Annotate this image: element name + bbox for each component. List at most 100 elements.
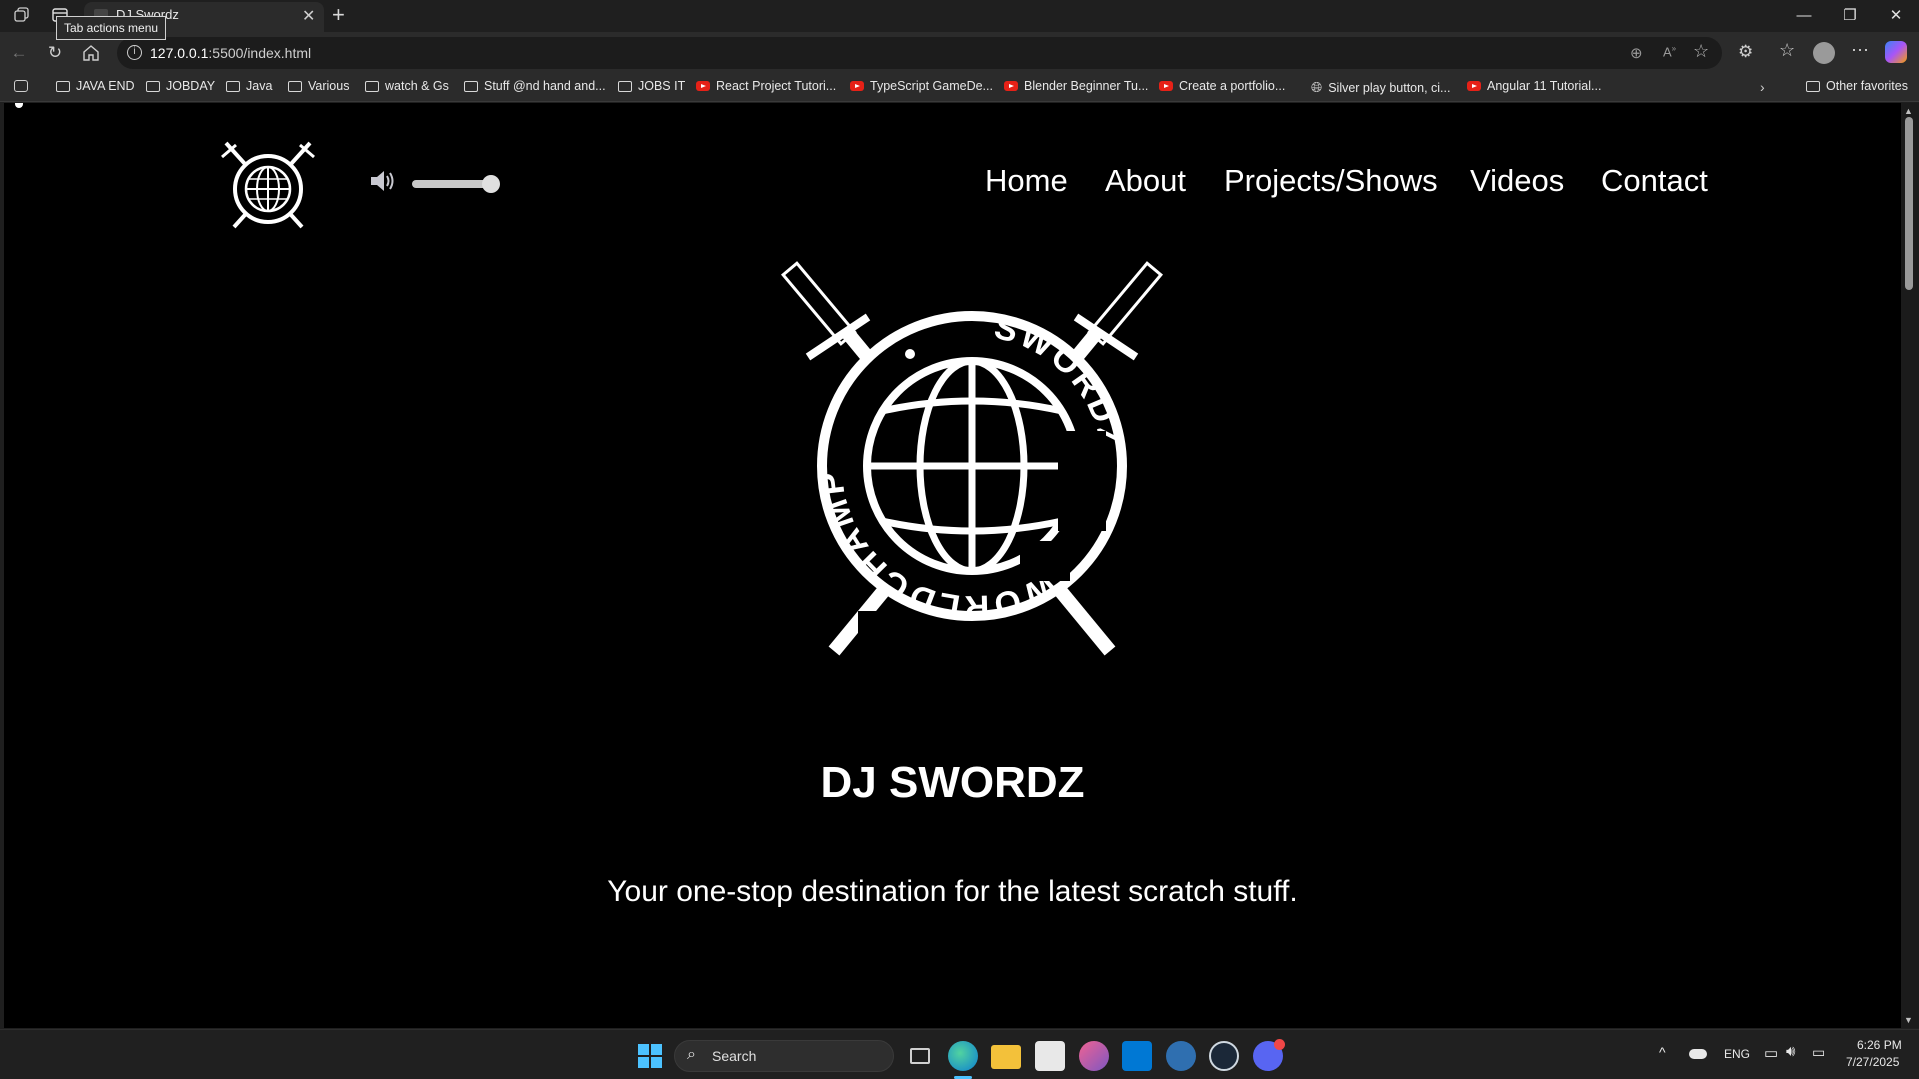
start-button[interactable] [638,1044,662,1068]
favorite-item[interactable]: watch & Gs [365,79,449,93]
folder-icon [56,80,70,92]
itunes-icon[interactable] [1079,1041,1109,1071]
favorite-label: JOBDAY [166,79,216,93]
favorite-item[interactable]: JOBS IT [618,79,685,93]
tab-strip: DJ Swordz ✕ + Tab actions menu — ❐ ✕ [0,0,1919,40]
folder-icon [464,80,478,92]
minimize-button[interactable]: — [1782,4,1826,28]
onedrive-icon[interactable] [1689,1049,1707,1059]
volume-thumb[interactable] [482,175,500,193]
restore-button[interactable]: ❐ [1828,4,1872,28]
workspaces-icon[interactable] [14,7,30,23]
clock-time[interactable]: 6:26 PM [1857,1038,1902,1052]
file-explorer-icon[interactable] [991,1045,1021,1069]
folder-icon [365,80,379,92]
youtube-icon [1159,81,1173,91]
site-info-icon[interactable]: i [127,45,142,60]
favorite-item[interactable]: JAVA END [56,79,135,93]
url-path: :5500/index.html [208,45,312,61]
other-favorites[interactable]: Other favorites [1806,79,1908,93]
folder-icon [618,80,632,92]
chevron-right-icon[interactable]: › [1760,79,1765,95]
tab-close-icon[interactable]: ✕ [302,6,315,26]
hero-logo: SWORDZ CHAMP WORLD [758,261,1186,661]
folder-icon [226,80,240,92]
favorite-label: JOBS IT [638,79,686,93]
scroll-up-arrow[interactable]: ▲ [1904,106,1913,116]
page-viewport: Home About Projects/Shows Videos Contact [4,103,1901,1028]
favorite-label: Stuff @nd hand and... [484,79,606,93]
close-window-button[interactable]: ✕ [1874,4,1918,28]
youtube-icon [850,81,864,91]
favorite-label: Silver play button, ci... [1328,80,1451,95]
search-icon: ⌕ [687,1046,696,1063]
steam-icon[interactable] [1209,1041,1239,1071]
youtube-icon [1467,81,1481,91]
taskbar-search[interactable]: ⌕ Search [674,1040,894,1072]
scroll-down-arrow[interactable]: ▼ [1904,1015,1913,1025]
address-bar[interactable]: i 127.0.0.1:5500/index.html ⊕ A» ☆ [117,37,1722,69]
volume-slider[interactable] [410,175,502,193]
youtube-icon [1004,81,1018,91]
favorite-label: JAVA END [76,79,135,93]
favorites-bar: JAVA END JOBDAY Java Various watch & Gs … [0,74,1919,102]
more-menu-icon[interactable]: ⋯ [1851,40,1869,61]
discord-badge [1274,1039,1285,1050]
scrollbar-thumb[interactable] [1905,117,1913,290]
favorite-item[interactable]: Various [288,79,349,93]
language-indicator[interactable]: ENG [1724,1047,1750,1061]
battery-icon[interactable]: ▭ [1812,1044,1825,1061]
tray-chevron-icon[interactable]: ^ [1659,1044,1666,1060]
settings-app-icon[interactable] [1166,1041,1196,1071]
favorite-label: TypeScript GameDe... [870,79,993,93]
nav-contact[interactable]: Contact [1601,163,1708,199]
favorite-item[interactable]: Stuff @nd hand and... [464,79,606,93]
extensions-icon[interactable]: ⚙ [1738,42,1753,62]
edge-icon[interactable] [948,1041,978,1071]
globe-icon: 🌐︎ [1311,79,1323,95]
cursor-dot [15,103,23,108]
favorite-item[interactable]: React Project Tutori... [696,79,836,93]
folder-icon [288,80,302,92]
favorite-item[interactable]: Blender Beginner Tu... [1004,79,1148,93]
profile-avatar[interactable] [1813,42,1835,64]
favorites-icon[interactable]: ☆ [1779,40,1795,61]
favorite-item[interactable]: JOBDAY [146,79,215,93]
favorite-item[interactable]: Java [226,79,272,93]
favorite-label: Angular 11 Tutorial... [1487,79,1602,93]
speaker-icon[interactable] [368,166,398,196]
clock-date[interactable]: 7/27/2025 [1846,1055,1899,1069]
favorite-item[interactable]: Angular 11 Tutorial... [1467,79,1601,93]
network-icon[interactable]: ▭ [1764,1044,1778,1062]
store-icon[interactable] [1035,1041,1065,1071]
volume-tray-icon[interactable]: 🔊︎ [1786,1043,1795,1060]
favorite-star-icon[interactable]: ☆ [1693,41,1709,62]
favorite-label: Java [246,79,273,93]
nav-about[interactable]: About [1105,163,1186,199]
favorite-label: Create a portfolio... [1179,79,1286,93]
task-view-icon[interactable] [905,1041,935,1071]
favorite-item[interactable]: 🌐︎ Silver play button, ci... [1311,79,1450,96]
vscode-icon[interactable] [1122,1041,1152,1071]
nav-projects-shows[interactable]: Projects/Shows [1224,163,1438,199]
url-text: 127.0.0.1:5500/index.html [150,45,311,61]
search-label: Search [712,1048,757,1064]
favorite-item[interactable]: Create a portfolio... [1159,79,1285,93]
zoom-icon[interactable]: ⊕ [1630,44,1643,62]
read-aloud-icon[interactable]: A» [1663,44,1676,59]
favorite-item[interactable]: TypeScript GameDe... [850,79,993,93]
favorite-label: Various [308,79,350,93]
back-button[interactable]: ← [7,41,31,65]
site-logo[interactable] [218,139,318,231]
hero-subtitle: Your one-stop destination for the latest… [607,875,1298,908]
new-tab-button[interactable]: + [332,2,345,28]
collections-icon[interactable] [14,80,28,92]
refresh-button[interactable]: ↻ [43,41,67,65]
home-button[interactable] [82,44,100,62]
nav-videos[interactable]: Videos [1470,163,1564,199]
favorite-label: watch & Gs [385,79,449,93]
copilot-icon[interactable] [1885,41,1907,63]
folder-icon [1806,80,1820,92]
favorite-label: React Project Tutori... [716,79,837,93]
nav-home[interactable]: Home [985,163,1068,199]
